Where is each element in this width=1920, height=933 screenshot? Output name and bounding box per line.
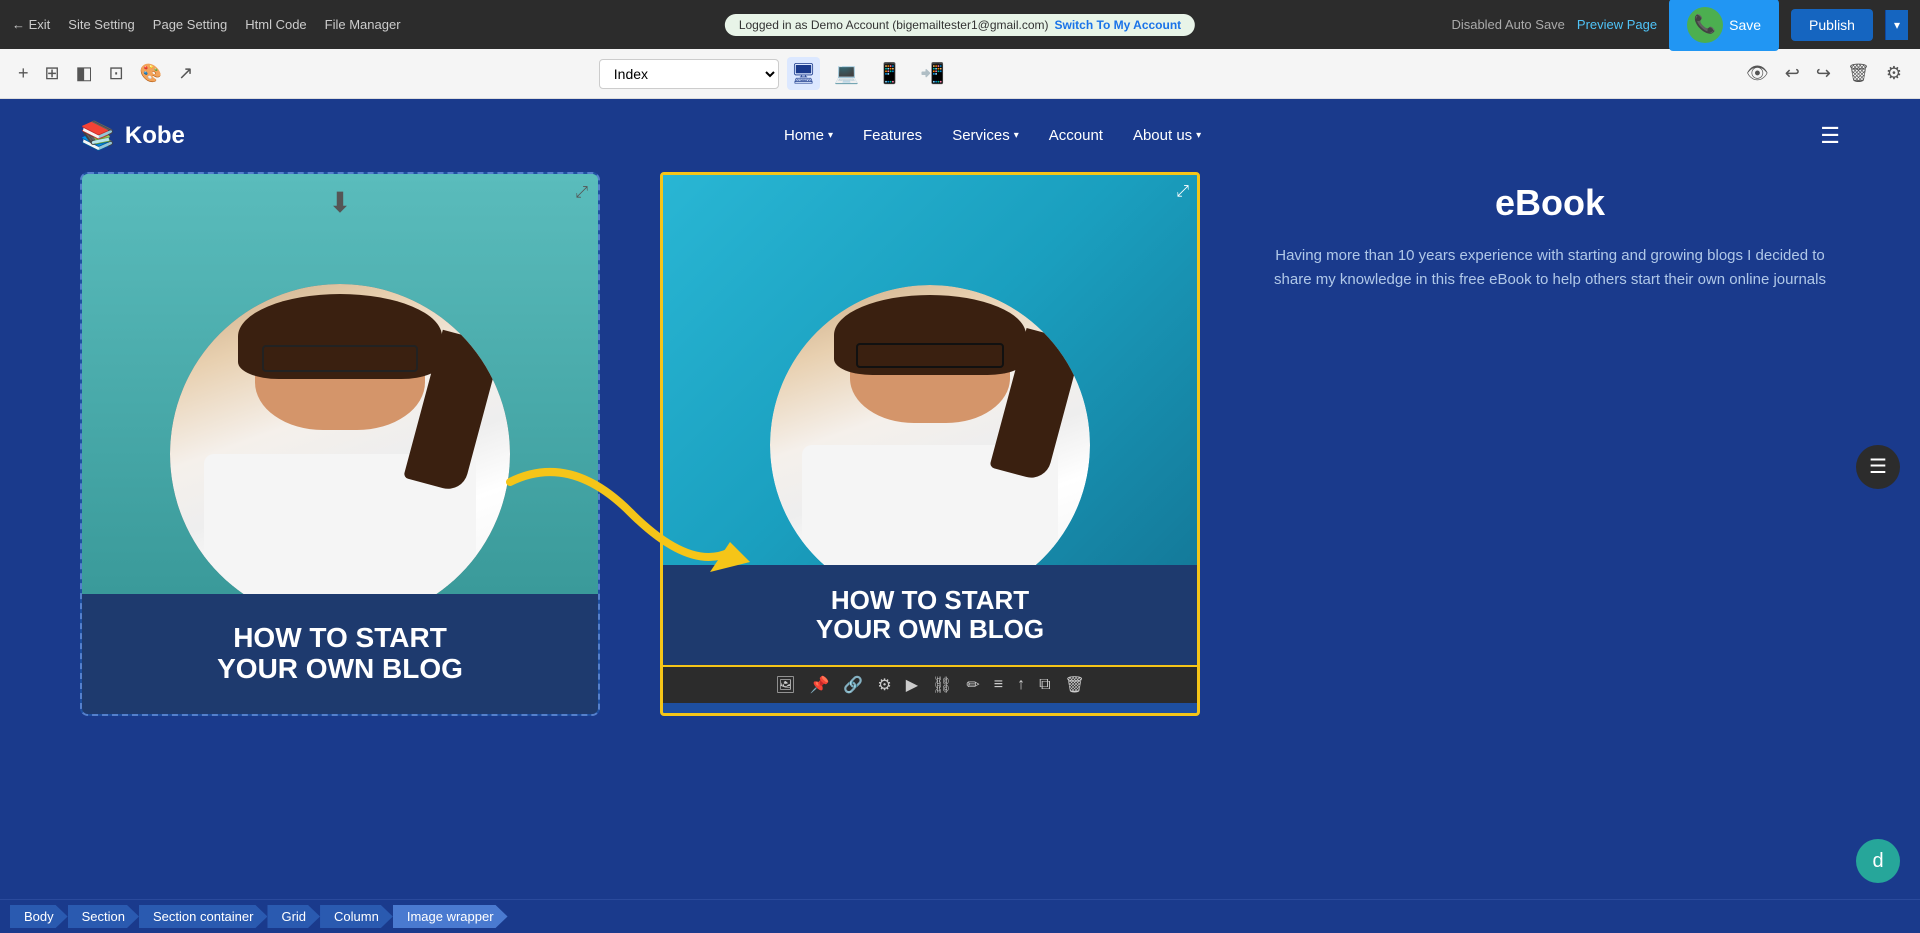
toolbar-center: Index 🖥 💻 📱 📲 (599, 57, 949, 90)
breadcrumb-grid-label[interactable]: Grid (267, 905, 320, 928)
nav-home[interactable]: Home ▾ (784, 127, 833, 144)
image-tool[interactable]: 🖼 (771, 673, 799, 697)
breadcrumb: Body Section Section container Grid Colu… (0, 899, 1920, 933)
breadcrumb-body-label[interactable]: Body (10, 905, 68, 928)
publish-dropdown-btn[interactable]: ▾ (1885, 10, 1908, 40)
left-card-image-area: ⬇ (82, 174, 598, 594)
site-logo: 📚 Kobe (80, 119, 185, 152)
toolbar-left-tools: + ⊞ ◧ ⊡ 🎨 ↗ (14, 59, 197, 88)
right-card-title: HOW TO START YOUR OWN BLOG (816, 586, 1044, 643)
main-canvas: 📚 Kobe Home ▾ Features Services ▾ Accoun… (0, 99, 1920, 899)
mobile-view-btn[interactable]: 📲 (916, 57, 949, 90)
breadcrumb-section-label[interactable]: Section (68, 905, 139, 928)
hamburger-icon[interactable]: ☰ (1820, 123, 1840, 149)
editor-toolbar: + ⊞ ◧ ⊡ 🎨 ↗ Index 🖥 💻 📱 📲 👁 ↩ ↪ 🗑 ⚙ (0, 49, 1920, 99)
nav-features[interactable]: Features (863, 127, 922, 144)
site-navigation: 📚 Kobe Home ▾ Features Services ▾ Accoun… (0, 99, 1920, 172)
element-edit-toolbar: 🖼 📌 🔗 ⚙ ▶ ⛓ ✏ ≡ ↑ ⧉ 🗑 (663, 665, 1197, 703)
disabled-save-label: Disabled Auto Save (1451, 17, 1564, 32)
desktop-view-btn[interactable]: 🖥 (787, 57, 820, 90)
left-card[interactable]: ⬇ (80, 172, 600, 716)
file-manager-btn[interactable]: File Manager (325, 17, 401, 32)
toolbar-right-tools: 👁 ↩ ↪ 🗑 ⚙ (1742, 59, 1906, 88)
right-side-text: eBook Having more than 10 years experien… (1260, 172, 1840, 716)
right-image-bg (663, 175, 1197, 565)
up-tool[interactable]: ↑ (1013, 674, 1029, 696)
list-tool[interactable]: ≡ (990, 674, 1007, 696)
right-card-text: HOW TO START YOUR OWN BLOG (663, 565, 1197, 665)
theme-icon[interactable]: 🎨 (136, 59, 166, 88)
expand-icon-right[interactable]: ⤢ (1176, 183, 1189, 201)
tablet-view-btn[interactable]: 📱 (873, 57, 906, 90)
chain-tool[interactable]: ⛓ (928, 673, 956, 697)
breadcrumb-section-container[interactable]: Section container (139, 905, 267, 928)
nav-links: Home ▾ Features Services ▾ Account About… (784, 127, 1201, 144)
components-icon[interactable]: ◧ (72, 59, 97, 88)
breadcrumb-column-label[interactable]: Column (320, 905, 393, 928)
right-card-image: ⤢ (663, 175, 1197, 565)
eye-hide-icon[interactable]: 👁 (1742, 59, 1773, 88)
preview-page-btn[interactable]: Preview Page (1577, 17, 1657, 32)
upload-icon: ⬇ (328, 186, 351, 219)
play-tool[interactable]: ▶ (902, 673, 922, 697)
top-bar: ← Exit Site Setting Page Setting Html Co… (0, 0, 1920, 49)
settings-tool[interactable]: ⚙ (873, 673, 895, 697)
services-arrow-icon: ▾ (1014, 130, 1019, 141)
breadcrumb-section[interactable]: Section (68, 905, 139, 928)
redo-icon[interactable]: ↪ (1812, 59, 1835, 88)
breadcrumb-grid[interactable]: Grid (267, 905, 320, 928)
person-circle-left (170, 284, 510, 594)
breadcrumb-image-wrapper[interactable]: Image wrapper (393, 905, 508, 928)
left-card-placeholder: ⬇ (82, 174, 598, 594)
add-icon[interactable]: + (14, 59, 33, 88)
nav-aboutus[interactable]: About us ▾ (1133, 127, 1201, 144)
logo-text: Kobe (125, 122, 185, 150)
blocks-icon[interactable]: ⊡ (105, 59, 128, 88)
html-code-btn[interactable]: Html Code (245, 17, 306, 32)
settings-icon[interactable]: ⚙ (1882, 59, 1906, 88)
home-arrow-icon: ▾ (828, 130, 833, 141)
breadcrumb-column[interactable]: Column (320, 905, 393, 928)
pin-tool[interactable]: 📌 (806, 673, 834, 697)
switch-account-link[interactable]: Switch To My Account (1055, 18, 1182, 32)
link-tool[interactable]: 🔗 (839, 673, 867, 697)
breadcrumb-section-container-label[interactable]: Section container (139, 905, 267, 928)
floating-chat-btn[interactable]: d (1856, 839, 1900, 883)
ebook-title: eBook (1260, 182, 1840, 224)
edit-tool[interactable]: ✏ (962, 673, 983, 697)
logo-book-icon: 📚 (80, 119, 115, 152)
save-button[interactable]: 📞 Save (1669, 0, 1779, 51)
logged-in-notice: Logged in as Demo Account (bigemailteste… (725, 14, 1195, 36)
person-circle-right (770, 285, 1090, 565)
phone-icon: 📞 (1687, 7, 1723, 43)
left-card-title: HOW TO START YOUR OWN BLOG (217, 623, 463, 685)
publish-button[interactable]: Publish (1791, 9, 1873, 41)
site-setting-btn[interactable]: Site Setting (68, 17, 135, 32)
nav-services[interactable]: Services ▾ (952, 127, 1019, 144)
aboutus-arrow-icon: ▾ (1196, 130, 1201, 141)
page-selector[interactable]: Index (599, 59, 779, 89)
undo-icon[interactable]: ↩ (1781, 59, 1804, 88)
nav-account[interactable]: Account (1049, 127, 1103, 144)
floating-settings-btn[interactable]: ☰ (1856, 445, 1900, 489)
exit-btn[interactable]: ← Exit (12, 17, 50, 32)
right-card[interactable]: ⤢ HOW TO START YOUR OWN BLOG 🖼 📌 🔗 ⚙ ▶ ⛓… (660, 172, 1200, 716)
top-bar-menu: ← Exit Site Setting Page Setting Html Co… (12, 17, 401, 32)
export-icon[interactable]: ↗ (174, 59, 197, 88)
page-setting-btn[interactable]: Page Setting (153, 17, 227, 32)
delete-icon[interactable]: 🗑 (1843, 59, 1874, 88)
ebook-description: Having more than 10 years experience wit… (1260, 244, 1840, 292)
copy-tool[interactable]: ⧉ (1035, 674, 1054, 696)
top-bar-actions: Disabled Auto Save Preview Page 📞 Save P… (1451, 0, 1908, 51)
breadcrumb-image-wrapper-label[interactable]: Image wrapper (393, 905, 508, 928)
laptop-view-btn[interactable]: 💻 (830, 57, 863, 90)
delete-tool[interactable]: 🗑 (1061, 673, 1089, 697)
content-area: ⬇ (0, 172, 1920, 716)
breadcrumb-body[interactable]: Body (10, 905, 68, 928)
expand-icon-left[interactable]: ⤢ (575, 184, 588, 202)
device-selector: 🖥 💻 📱 📲 (787, 57, 949, 90)
layers-icon[interactable]: ⊞ (41, 59, 64, 88)
logged-in-text: Logged in as Demo Account (bigemailteste… (739, 18, 1049, 32)
left-card-text: HOW TO START YOUR OWN BLOG (82, 594, 598, 714)
